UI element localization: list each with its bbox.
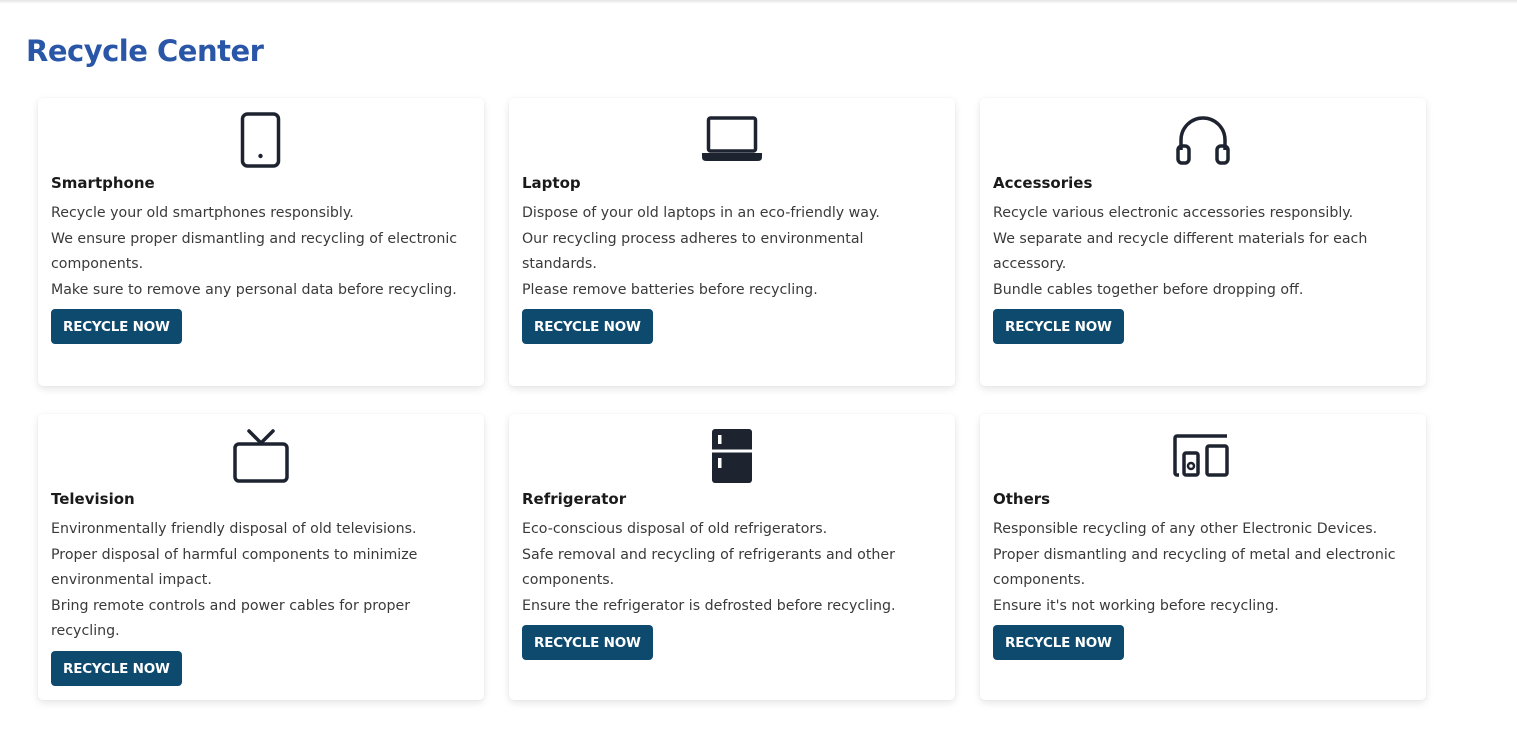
recycle-now-button-others[interactable]: RECYCLE NOW — [993, 625, 1124, 660]
card-line: Environmentally friendly disposal of old… — [51, 521, 417, 537]
card-television: Television Environmentally friendly disp… — [38, 414, 484, 700]
recycle-now-button-smartphone[interactable]: RECYCLE NOW — [51, 309, 182, 344]
card-line: Recycle various electronic accessories r… — [993, 205, 1354, 221]
card-line: Proper disposal of harmful components to… — [51, 546, 418, 589]
refrigerator-icon — [522, 426, 942, 486]
card-smartphone: Smartphone Recycle your old smartphones … — [38, 98, 484, 386]
card-title: Laptop — [522, 174, 581, 192]
card-line: We ensure proper dismantling and recycli… — [51, 230, 458, 273]
card-description: Recycle your old smartphones responsibly… — [51, 201, 471, 303]
card-line: Ensure the refrigerator is defrosted bef… — [522, 597, 896, 614]
recycle-card-grid-row-2: Television Environmentally friendly disp… — [38, 414, 1428, 700]
recycle-now-button-laptop[interactable]: RECYCLE NOW — [522, 309, 653, 344]
recycle-card-grid: Smartphone Recycle your old smartphones … — [38, 98, 1428, 386]
card-title: Smartphone — [51, 174, 155, 192]
card-title: Accessories — [993, 174, 1093, 192]
card-accessories: Accessories Recycle various electronic a… — [980, 98, 1426, 386]
top-bar-shadow — [0, 0, 1517, 4]
smartphone-icon — [51, 110, 471, 170]
card-line: Please remove batteries before recycling… — [522, 281, 818, 298]
card-refrigerator: Refrigerator Eco-conscious disposal of o… — [509, 414, 955, 700]
card-line: Eco-conscious disposal of old refrigerat… — [522, 521, 828, 537]
card-line: Bring remote controls and power cables f… — [51, 597, 411, 640]
television-icon — [51, 426, 471, 486]
card-description: Eco-conscious disposal of old refrigerat… — [522, 517, 942, 619]
devices-icon — [993, 426, 1413, 486]
card-title: Others — [993, 490, 1051, 508]
card-line: Ensure it's not working before recycling… — [993, 597, 1279, 614]
card-description: Dispose of your old laptops in an eco-fr… — [522, 201, 942, 303]
card-line: Responsible recycling of any other Elect… — [993, 521, 1378, 537]
card-description: Responsible recycling of any other Elect… — [993, 517, 1413, 619]
card-title: Refrigerator — [522, 490, 627, 508]
page-title: Recycle Center — [26, 34, 264, 68]
card-line: Bundle cables together before dropping o… — [993, 281, 1304, 298]
card-line: Safe removal and recycling of refrigeran… — [522, 546, 895, 589]
recycle-now-button-refrigerator[interactable]: RECYCLE NOW — [522, 625, 653, 660]
card-laptop: Laptop Dispose of your old laptops in an… — [509, 98, 955, 386]
card-line: Proper dismantling and recycling of meta… — [993, 546, 1396, 589]
laptop-icon — [522, 110, 942, 170]
card-line: Dispose of your old laptops in an eco-fr… — [522, 205, 880, 221]
card-title: Television — [51, 490, 135, 508]
card-line: Make sure to remove any personal data be… — [51, 281, 457, 298]
card-line: Our recycling process adheres to environ… — [522, 230, 864, 273]
card-others: Others Responsible recycling of any othe… — [980, 414, 1426, 700]
recycle-now-button-accessories[interactable]: RECYCLE NOW — [993, 309, 1124, 344]
recycle-now-button-television[interactable]: RECYCLE NOW — [51, 650, 182, 686]
card-description: Environmentally friendly disposal of old… — [51, 517, 471, 645]
card-line: Recycle your old smartphones responsibly… — [51, 205, 354, 221]
card-line: We separate and recycle different materi… — [993, 230, 1368, 273]
card-description: Recycle various electronic accessories r… — [993, 201, 1413, 303]
headphones-icon — [993, 110, 1413, 170]
